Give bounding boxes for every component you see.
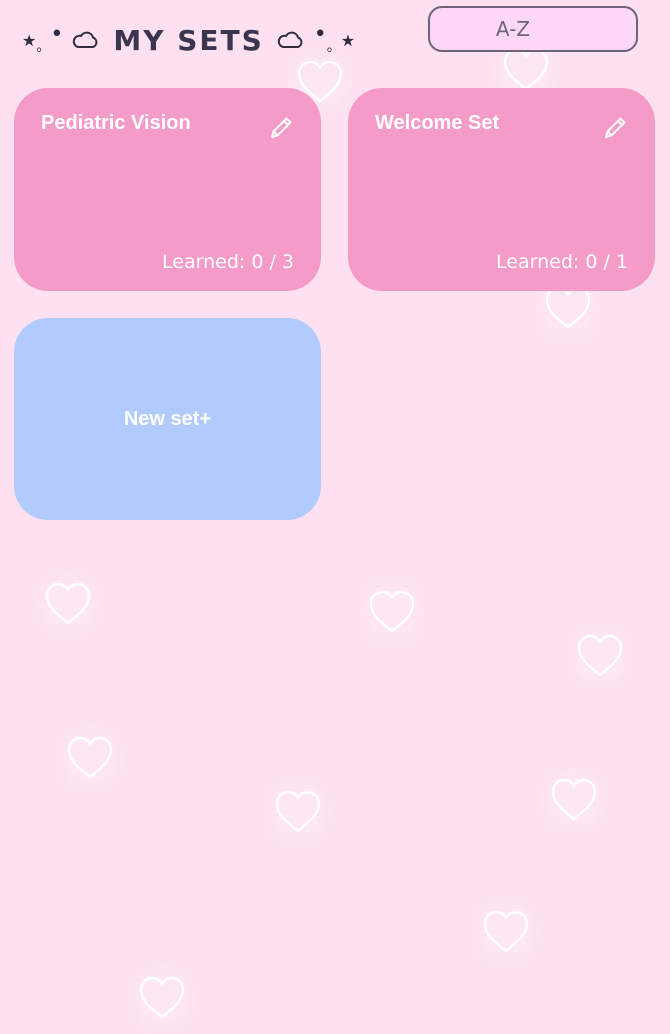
cloud-icon	[73, 31, 98, 48]
star-decoration: ★	[22, 30, 37, 50]
heart-icon	[474, 900, 538, 964]
heart-icon	[568, 624, 632, 688]
learned-count: Learned: 0 / 3	[162, 251, 294, 273]
set-card-welcome-set[interactable]: Welcome Set Learned: 0 / 1	[348, 88, 655, 291]
dot-decoration: •	[50, 21, 64, 47]
heart-icon	[266, 780, 330, 844]
set-card-pediatric-vision[interactable]: Pediatric Vision Learned: 0 / 3	[14, 88, 321, 291]
heart-icon	[58, 726, 122, 790]
edit-set-button[interactable]	[267, 114, 295, 142]
sort-dropdown[interactable]: A-Z	[428, 6, 638, 52]
new-set-button[interactable]: New set+	[14, 318, 321, 520]
page-title: MY SETS	[113, 23, 264, 57]
small-circle-decoration: 。	[36, 39, 51, 55]
pencil-icon	[605, 117, 626, 138]
heart-icon	[36, 572, 100, 636]
heart-icon	[542, 768, 606, 832]
heart-icon	[130, 966, 194, 1030]
set-title: Pediatric Vision	[41, 112, 191, 134]
new-set-label: New set+	[123, 407, 212, 430]
cloud-icon	[277, 31, 303, 48]
edit-set-button[interactable]	[601, 114, 629, 142]
sort-select[interactable]: A-Z	[428, 6, 638, 52]
learned-count: Learned: 0 / 1	[496, 251, 628, 273]
heart-icon	[360, 580, 424, 644]
set-title: Welcome Set	[375, 112, 500, 134]
small-circle-decoration: 。	[326, 39, 341, 55]
page-header: ★ 。 • MY SETS • 。 ★	[22, 22, 355, 58]
star-decoration: ★	[340, 30, 356, 50]
pencil-icon	[271, 117, 292, 138]
dot-decoration: •	[313, 21, 327, 47]
